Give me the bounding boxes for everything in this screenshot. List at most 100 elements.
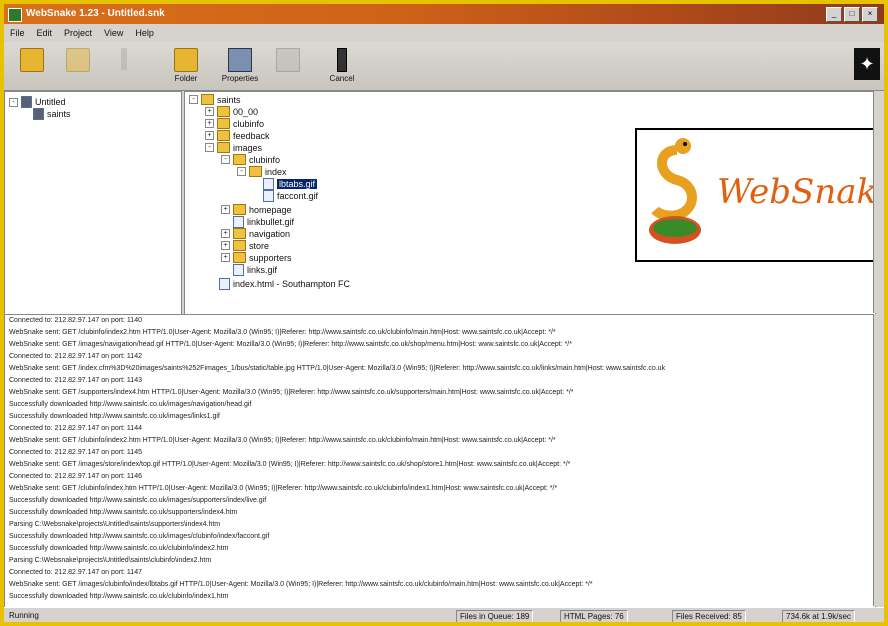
tree-node[interactable]: + store — [221, 240, 269, 251]
log-line: Successfully downloaded http://www.saint… — [9, 509, 238, 516]
site-tree: - saints +00_00 + clubinfo + feedback - imag… — [184, 91, 876, 315]
log-line: WebSnake sent: GET /images/clubinfo/inde… — [9, 581, 593, 588]
log-line: WebSnake sent: GET /images/store/index/t… — [9, 461, 571, 468]
status-html: HTML Pages: 76 — [560, 610, 628, 622]
folder-button[interactable]: Folder — [164, 48, 208, 86]
expander-icon[interactable]: + — [205, 131, 214, 140]
expander-icon[interactable]: - — [221, 155, 230, 164]
stop-icon — [276, 48, 300, 72]
save-button[interactable] — [56, 48, 100, 86]
tree-scrollbar[interactable] — [873, 91, 884, 313]
log-line: Parsing C:\Websnake\projects\Untitled\sa… — [9, 557, 212, 564]
properties-button[interactable]: Properties — [218, 48, 262, 86]
site-icon — [33, 108, 44, 120]
tree-node[interactable]: links.gif — [233, 264, 277, 276]
log-line: Connected to: 212.82.97.147 on port: 114… — [9, 377, 142, 384]
tree-node[interactable]: - saints — [189, 94, 241, 105]
log-line: WebSnake sent: GET /images/navigation/he… — [9, 341, 572, 348]
collapse-icon[interactable]: - — [9, 97, 18, 107]
app-window: WebSnake 1.23 - Untitled.snk _ □ × File … — [4, 4, 884, 622]
folder-icon — [233, 252, 246, 263]
title-bar[interactable]: WebSnake 1.23 - Untitled.snk _ □ × — [4, 4, 884, 24]
log-line: Connected to: 212.82.97.147 on port: 114… — [9, 317, 142, 324]
project-icon — [21, 96, 32, 108]
window-title: WebSnake 1.23 - Untitled.snk — [26, 8, 165, 19]
tree-root[interactable]: - Untitled — [9, 96, 66, 108]
folder-icon — [174, 48, 198, 72]
expander-icon[interactable]: + — [221, 253, 230, 262]
log-line: Connected to: 212.82.97.147 on port: 114… — [9, 449, 142, 456]
folder-icon — [233, 154, 246, 165]
log-line: Successfully downloaded http://www.saint… — [9, 593, 229, 600]
log-line: Connected to: 212.82.97.147 on port: 114… — [9, 425, 142, 432]
tree-node-selected[interactable]: lbtabs.gif — [263, 178, 318, 190]
save-icon — [66, 48, 90, 72]
html-file-icon — [219, 278, 230, 290]
tree-node[interactable]: - images — [205, 142, 262, 153]
image-file-icon — [263, 178, 274, 190]
status-queue: Files in Queue: 189 — [456, 610, 534, 622]
log-line: Parsing C:\Websnake\projects\Untitled\sa… — [9, 521, 221, 528]
log-line: WebSnake sent: GET /supporters/index4.ht… — [9, 389, 574, 396]
tree-node[interactable]: - index — [237, 166, 287, 177]
tree-node[interactable]: + feedback — [205, 130, 270, 141]
tree-node[interactable]: linkbullet.gif — [233, 216, 294, 228]
expander-icon[interactable]: + — [221, 241, 230, 250]
close-button[interactable]: × — [862, 7, 878, 22]
log-scrollbar[interactable] — [873, 314, 884, 606]
stop-button[interactable] — [266, 48, 310, 86]
image-file-icon — [233, 264, 244, 276]
folder-icon — [201, 94, 214, 105]
log-line: Successfully downloaded http://www.saint… — [9, 533, 270, 540]
folder-icon — [217, 130, 230, 141]
tree-node[interactable]: index.html - Southampton FC — [219, 278, 350, 290]
menu-file[interactable]: File — [10, 28, 25, 38]
expander-icon[interactable]: - — [237, 167, 246, 176]
image-file-icon — [233, 216, 244, 228]
log-line: Connected to: 212.82.97.147 on port: 114… — [9, 353, 142, 360]
status-bar: Running Files in Queue: 189 HTML Pages: … — [4, 607, 884, 622]
folder-icon — [233, 240, 246, 251]
tree-node[interactable]: + homepage — [221, 204, 292, 215]
log-line: WebSnake sent: GET /clubinfo/index2.htm … — [9, 437, 556, 444]
tree-node[interactable]: +00_00 — [205, 106, 258, 117]
maximize-button[interactable]: □ — [844, 7, 860, 22]
tree-node[interactable]: - clubinfo — [221, 154, 280, 165]
folder-icon — [233, 204, 246, 215]
folder-icon — [217, 106, 230, 117]
folder-icon — [233, 228, 246, 239]
expander-icon[interactable]: + — [205, 107, 214, 116]
logo-text: WebSnake — [717, 172, 876, 212]
expander-icon[interactable]: - — [205, 143, 214, 152]
tree-node[interactable]: + clubinfo — [205, 118, 264, 129]
expander-icon[interactable]: + — [205, 119, 214, 128]
expander-icon[interactable]: + — [221, 229, 230, 238]
log-line: Successfully downloaded http://www.saint… — [9, 545, 229, 552]
expander-icon[interactable]: + — [221, 205, 230, 214]
properties-icon — [228, 48, 252, 72]
open-button[interactable] — [10, 48, 54, 86]
folder-icon — [217, 118, 230, 129]
menu-bar: File Edit Project View Help — [4, 24, 884, 42]
menu-project[interactable]: Project — [64, 28, 92, 38]
menu-edit[interactable]: Edit — [37, 28, 53, 38]
tree-node[interactable]: + supporters — [221, 252, 292, 263]
websnake-badge-icon: ✦ — [854, 48, 880, 80]
status-kb: 734.6k at 1.9k/sec — [782, 610, 855, 622]
websnake-logo: WebSnake — [635, 128, 876, 262]
menu-view[interactable]: View — [104, 28, 123, 38]
wizard-button[interactable] — [102, 48, 146, 86]
tree-node[interactable]: faccont.gif — [263, 190, 318, 202]
image-file-icon — [263, 190, 274, 202]
app-icon — [8, 8, 22, 22]
expander-icon[interactable]: - — [189, 95, 198, 104]
tree-node[interactable]: + navigation — [221, 228, 290, 239]
minimize-button[interactable]: _ — [826, 7, 842, 22]
status-received: Files Received: 85 — [672, 610, 746, 622]
menu-help[interactable]: Help — [135, 28, 154, 38]
toolbar: Folder Properties Cancel ✦ — [4, 42, 884, 91]
tree-child[interactable]: saints — [33, 108, 71, 120]
cancel-icon — [337, 48, 347, 72]
log-line: WebSnake sent: GET /index.cfm%3D%20image… — [9, 365, 666, 372]
cancel-button[interactable]: Cancel — [320, 48, 364, 86]
